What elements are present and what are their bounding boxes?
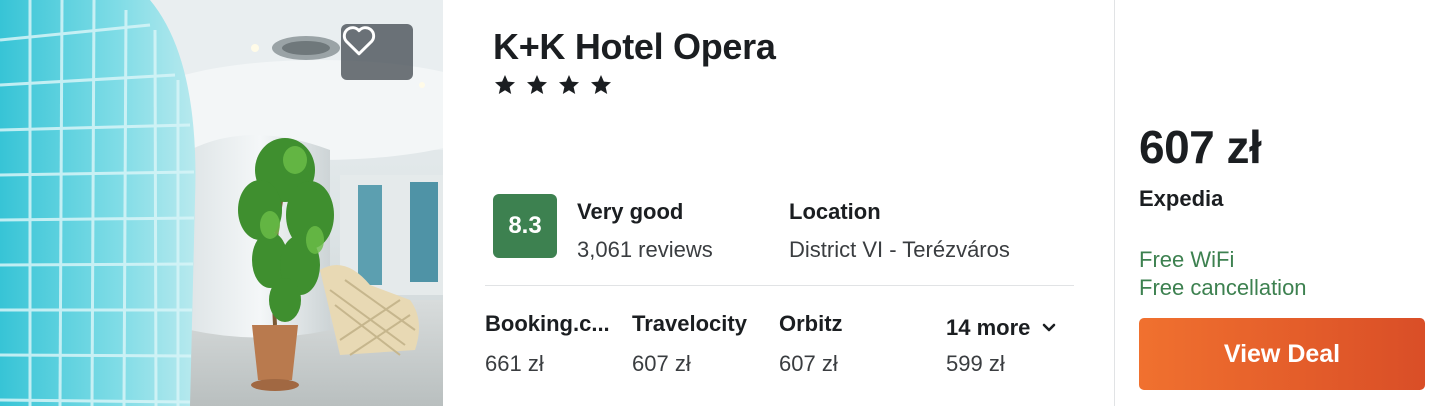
more-providers-toggle[interactable]: 14 more [946,315,1056,341]
review-rating-label: Very good [577,199,684,224]
more-providers-label: 14 more [946,315,1031,340]
hotel-name[interactable]: K+K Hotel Opera [493,26,776,68]
review-score-badge: 8.3 [493,194,557,258]
provider-name: Booking.c... [485,311,610,336]
provider-deal-booking[interactable]: Booking.c... 661 zł [485,311,615,376]
provider-price: 607 zł [779,351,838,376]
column-divider [1114,0,1115,406]
deal-price: 607 zł [1139,121,1262,173]
provider-name: Travelocity [632,311,747,336]
star-icon [559,75,579,94]
amenity-free-wifi: Free WiFi [1139,247,1235,272]
provider-price: 607 zł [632,351,691,376]
favorite-button[interactable] [341,24,413,80]
review-count[interactable]: 3,061 reviews [577,237,713,263]
location-label: Location [789,199,881,224]
star-icon [495,75,515,94]
hotel-photo[interactable] [0,0,443,406]
provider-name: Orbitz [779,311,843,336]
location-value[interactable]: District VI - Terézváros [789,237,1010,263]
amenity-free-cancellation: Free cancellation [1139,275,1307,300]
hotel-star-rating [493,72,613,98]
star-icon [591,75,611,94]
more-providers-price: 599 zł [946,351,1005,376]
section-divider [485,285,1074,286]
heart-icon [342,26,376,56]
hotel-result-card[interactable]: K+K Hotel Opera 8.3 Very good 3,061 revi… [0,0,1434,406]
provider-price: 661 zł [485,351,544,376]
deal-provider: Expedia [1139,186,1224,211]
chevron-down-icon [1043,323,1056,332]
view-deal-button[interactable]: View Deal [1139,318,1425,390]
star-icon [527,75,547,94]
provider-deal-travelocity[interactable]: Travelocity 607 zł [632,311,747,376]
provider-deal-orbitz[interactable]: Orbitz 607 zł [779,311,843,376]
